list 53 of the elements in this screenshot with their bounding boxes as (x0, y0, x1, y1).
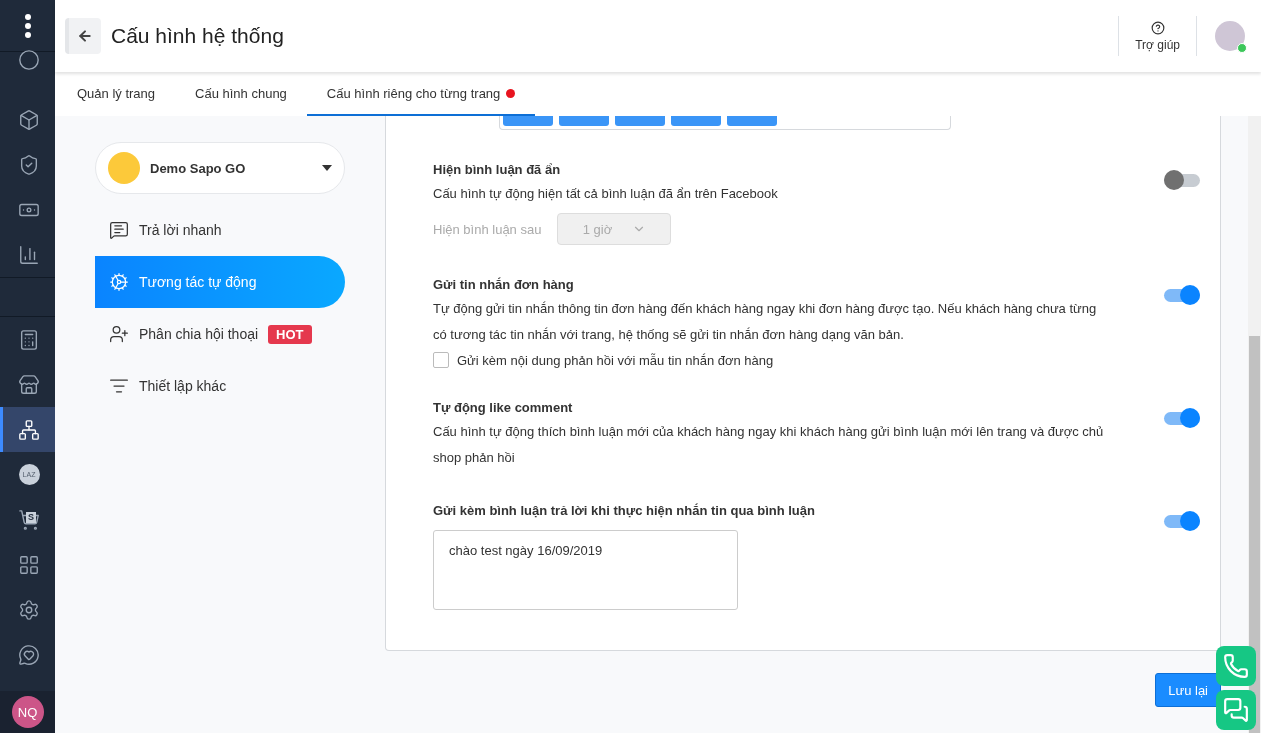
tab[interactable]: Quản lý trang (57, 72, 176, 116)
menu-item[interactable]: Phân chia hội thoại HOT (95, 308, 345, 360)
setting-title: Gửi tin nhắn đơn hàng (433, 277, 575, 292)
setting-title: Gửi kèm bình luận trả lời khi thực hiện nhắn tin qua bình luận (433, 503, 816, 518)
chat-button[interactable] (1216, 690, 1256, 730)
cart-icon (18, 508, 40, 531)
online-status-icon (1237, 43, 1247, 53)
setting-title: Tự động like comment (433, 400, 574, 415)
reply-textarea[interactable]: chào test ngày 16/09/2019 (433, 530, 738, 610)
menu-item[interactable]: Trả lời nhanh (95, 204, 345, 256)
field-label: Hiện bình luận sau (433, 221, 542, 237)
network-icon (18, 418, 40, 441)
sidebar-item[interactable]: S (0, 497, 55, 542)
scrollbar[interactable] (1248, 116, 1261, 733)
phone-icon (1223, 653, 1249, 679)
profile-avatar[interactable] (1215, 21, 1245, 51)
heart-chat-icon (18, 643, 40, 666)
chat-bubbles-icon (1223, 697, 1249, 723)
sidebar-item[interactable] (0, 407, 55, 452)
help-button[interactable]: Trợ giúp (1118, 16, 1197, 56)
gear-icon (109, 272, 129, 292)
setting-description: Cấu hình tự động thích bình luận mới của khách hàng ngay khi khách hàng gửi bình luận mới lên trang và được chủ shop phản hồi (433, 423, 1105, 467)
back-button[interactable] (65, 18, 101, 54)
page-select[interactable]: Demo Sapo GO (95, 142, 345, 194)
help-icon (1150, 20, 1165, 35)
setting-description: Tự động gửi tin nhắn thông tin đơn hàng đến khách hàng ngay khi đơn hàng được tạo. Nếu khách hàng chưa từng có tương tác tin nhắn với trang, hệ thống sẽ gửi tin nhắn đơn hàng dạng văn bản. (433, 300, 1098, 344)
hot-badge: HOT (268, 324, 312, 344)
thinking-emoji-icon (108, 152, 140, 184)
checkbox[interactable] (433, 352, 449, 368)
setting-title: Hiện bình luận đã ẩn (433, 162, 562, 177)
chat-icon (109, 220, 129, 240)
page-title: Cấu hình hệ thống (111, 24, 284, 48)
user-avatar[interactable]: NQ (11, 696, 44, 728)
settings-icon (18, 598, 40, 621)
phone-button[interactable] (1216, 646, 1256, 686)
setting-description: Cấu hình tự động hiện tất cả bình luận đã ẩn trên Facebook (433, 185, 779, 203)
toggle-switch[interactable] (1164, 285, 1200, 305)
toggle-switch[interactable] (1164, 511, 1200, 531)
cart-letter: S (26, 511, 36, 523)
tab[interactable]: Cấu hình chung (175, 72, 307, 116)
checkbox-label: Gửi kèm nội dung phản hồi với mẫu tin nhắn đơn hàng (457, 352, 774, 368)
user-plus-icon (109, 324, 129, 344)
apps-icon (18, 553, 40, 576)
box-icon (18, 108, 40, 131)
ring-icon (18, 48, 40, 71)
sidebar-spacer (0, 277, 55, 317)
bar-chart-icon (18, 243, 40, 266)
shield-check-icon (18, 153, 40, 176)
caret-icon (322, 165, 332, 171)
menu-item[interactable]: Thiết lập khác (95, 360, 345, 412)
toggle-switch[interactable] (1164, 408, 1200, 428)
cash-register-icon (18, 328, 40, 351)
store-icon (18, 373, 40, 396)
